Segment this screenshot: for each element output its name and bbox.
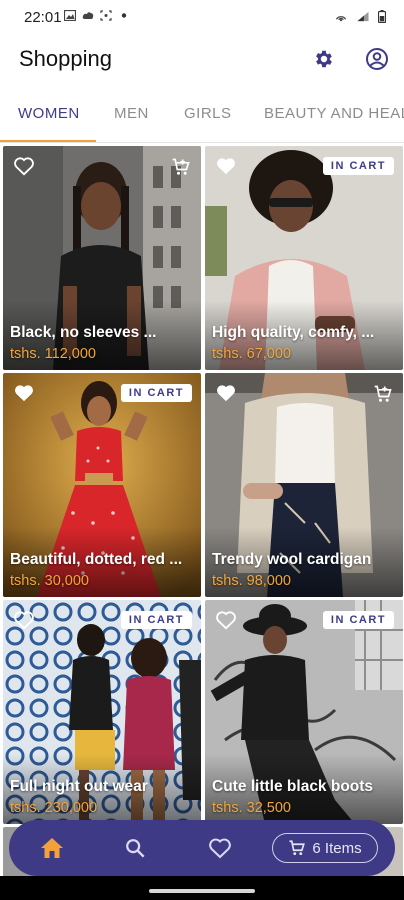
status-time: 22:01: [24, 9, 62, 26]
in-cart-badge: IN CART: [322, 157, 394, 175]
product-card[interactable]: IN CART Full night out wear tshs. 230,00…: [3, 600, 201, 824]
favorite-outline-icon[interactable]: [215, 610, 237, 630]
gear-icon: [316, 50, 332, 68]
home-button[interactable]: [38, 834, 66, 862]
product-card[interactable]: IN CART Cute little black boots tshs. 32…: [205, 600, 403, 824]
product-title: Full night out wear: [10, 778, 148, 795]
product-title: Beautiful, dotted, red ...: [10, 551, 183, 568]
search-icon: [126, 839, 145, 858]
add-to-cart-icon[interactable]: [373, 384, 393, 404]
tab-girls[interactable]: GIRLS: [184, 105, 232, 122]
product-price: tshs. 30,000: [10, 573, 89, 589]
product-card[interactable]: Trendy wool cardigan tshs. 98,000: [205, 373, 403, 597]
product-price: tshs. 98,000: [212, 573, 291, 589]
home-icon: [41, 838, 63, 858]
product-price: tshs. 230,000: [10, 800, 98, 816]
heart-outline-icon: [209, 838, 231, 859]
favorites-button[interactable]: [206, 834, 234, 862]
product-price: tshs. 67,000: [212, 346, 291, 362]
product-title: High quality, comfy, ...: [212, 324, 375, 341]
favorite-filled-icon[interactable]: [215, 156, 237, 176]
page-title: Shopping: [19, 46, 112, 71]
product-title: Trendy wool cardigan: [212, 551, 372, 568]
signal-icon: [357, 11, 369, 22]
product-card[interactable]: IN CART High quality, comfy, ... tshs. 6…: [205, 146, 403, 370]
favorite-outline-icon[interactable]: [13, 610, 35, 630]
hotspot-icon: [335, 16, 347, 22]
favorite-outline-icon[interactable]: [13, 156, 35, 176]
dot-icon: [121, 13, 127, 18]
favorite-filled-icon[interactable]: [215, 383, 237, 403]
product-price: tshs. 112,000: [10, 346, 96, 362]
in-cart-badge: IN CART: [120, 611, 192, 629]
product-card[interactable]: Black, no sleeves ... tshs. 112,000: [3, 146, 201, 370]
cart-icon: [289, 840, 306, 856]
settings-button[interactable]: [310, 45, 338, 73]
product-title: Cute little black boots: [212, 778, 374, 795]
product-title: Black, no sleeves ...: [10, 324, 157, 341]
product-price: tshs. 32,500: [212, 800, 291, 816]
gesture-handle[interactable]: [149, 889, 255, 893]
add-to-cart-icon[interactable]: [171, 157, 191, 177]
tab-men[interactable]: MEN: [114, 105, 149, 122]
cloud-icon: [82, 12, 94, 19]
in-cart-badge: IN CART: [322, 611, 394, 629]
image-icon: [64, 10, 76, 21]
product-grid: Black, no sleeves ... tshs. 112,000 IN C…: [0, 143, 404, 893]
tab-beauty-and-health[interactable]: BEAUTY AND HEALTH: [264, 105, 404, 122]
app-bar: Shopping: [0, 34, 404, 86]
account-button[interactable]: [363, 45, 391, 73]
category-tabs: WOMEN MEN GIRLS BEAUTY AND HEALTH: [0, 86, 404, 143]
in-cart-badge: IN CART: [120, 384, 192, 402]
tab-women[interactable]: WOMEN: [18, 105, 80, 122]
system-navigation-bar: [0, 876, 404, 900]
cart-button[interactable]: 6 Items: [272, 833, 378, 863]
search-button[interactable]: [121, 834, 149, 862]
product-card[interactable]: IN CART Beautiful, dotted, red ... tshs.…: [3, 373, 201, 597]
cart-count-label: 6 Items: [312, 839, 362, 857]
bottom-navigation: 6 Items: [9, 820, 395, 876]
battery-icon: [378, 10, 386, 23]
favorite-filled-icon[interactable]: [13, 383, 35, 403]
screenshot-icon: [100, 10, 112, 21]
account-icon: [366, 48, 388, 70]
status-bar: 22:01: [0, 0, 404, 34]
